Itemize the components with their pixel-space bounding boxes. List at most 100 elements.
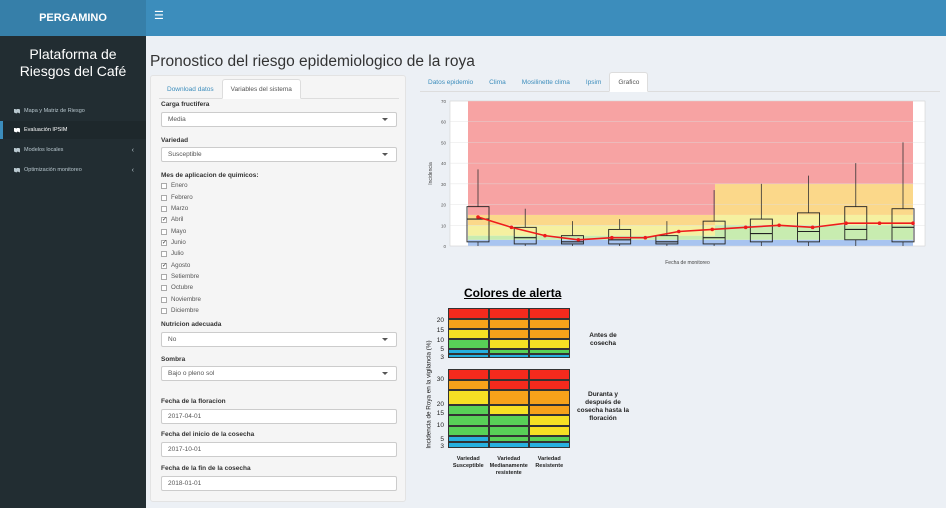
checkbox-setiembre[interactable]: Setiembre: [161, 271, 199, 282]
checkbox-febrero[interactable]: Febrero: [161, 192, 193, 203]
caret-down-icon: [382, 153, 388, 156]
tab-clima[interactable]: Clima: [481, 72, 514, 92]
caret-down-icon: [382, 338, 388, 341]
alert-cell-after-harvest: [448, 426, 489, 436]
sidebar-item-label: Mapa y Matriz de Riesgo: [24, 108, 85, 114]
prediction-point: [643, 235, 648, 240]
checkbox-mayo[interactable]: Mayo: [161, 226, 186, 237]
prediction-point: [911, 221, 915, 226]
checkbox-label: Mayo: [171, 228, 187, 235]
alert-cell-after-harvest: [488, 426, 529, 436]
nutricion-select[interactable]: No: [161, 332, 397, 347]
logo-text: PERGAMINO: [39, 12, 107, 24]
map-icon: [14, 127, 20, 133]
fin-cosecha-date-input[interactable]: 2018-01-01: [161, 476, 397, 491]
sidebar-item-optimizacion[interactable]: Optimización monitoreo ‹: [0, 161, 146, 179]
tab-grafico[interactable]: Grafico: [609, 72, 649, 92]
alert-cell-before-harvest: [448, 319, 489, 329]
alert-colors-figure: Colores de alerta Incidencia de Roya en …: [414, 284, 634, 506]
alert-cell-after-harvest: [448, 415, 489, 426]
checkbox-box[interactable]: [161, 250, 167, 257]
fin-cosecha-label: Fecha de la fin de la cosecha: [161, 465, 251, 472]
y-tick-label: 60: [441, 120, 447, 125]
checkbox-box[interactable]: [161, 228, 167, 235]
incidence-chart: 0 10 20 30 40 50 60 70 Fecha de monitoreo Inciden…: [420, 93, 935, 268]
alert-cell-before-harvest: [488, 339, 529, 349]
alert-cell-before-harvest: [448, 339, 489, 349]
alert-cell-before-harvest: [529, 319, 570, 329]
y-tick-label: 10: [441, 223, 447, 228]
checkbox-checked-icon[interactable]: ✓: [161, 262, 167, 269]
alert-cell-before-harvest: [488, 319, 529, 329]
carga-select[interactable]: Media: [161, 112, 397, 127]
prediction-point: [543, 233, 547, 238]
checkbox-diciembre[interactable]: Diciembre: [161, 305, 199, 316]
checkbox-octubre[interactable]: Octubre: [161, 282, 193, 293]
alert-cell-after-harvest: [488, 442, 529, 448]
tab-ipsim[interactable]: Ipsim: [578, 72, 610, 92]
checkbox-agosto[interactable]: ✓ Agosto: [161, 260, 190, 271]
floracion-date-input[interactable]: 2017-04-01: [161, 409, 397, 424]
y-axis-label: Incidencia: [428, 162, 434, 185]
alert-tick-label: 15: [436, 410, 444, 417]
alert-title: Colores de alerta: [464, 286, 562, 300]
tab-mosilinette-clima[interactable]: Mosilinette clima: [514, 72, 578, 92]
sidebar-item-label: Evaluación IPSIM: [24, 127, 68, 133]
sidebar-item-label: Optimización monitoreo: [24, 167, 82, 173]
checkbox-abril[interactable]: ✓ Abril: [161, 214, 183, 225]
checkbox-box[interactable]: [161, 307, 167, 314]
alert-cell-before-harvest: [448, 354, 489, 358]
y-tick-label: 20: [441, 203, 447, 208]
checkbox-box[interactable]: [161, 182, 167, 189]
checkbox-label: Julio: [171, 250, 184, 257]
sidebar-title: Plataforma de Riesgos del Café: [19, 46, 127, 79]
alert-column-label-line: Resistente: [535, 463, 564, 469]
carga-value: Media: [168, 116, 186, 123]
checkbox-noviembre[interactable]: Noviembre: [161, 294, 201, 305]
prediction-point: [509, 225, 514, 230]
map-icon: [14, 167, 20, 173]
checkbox-julio[interactable]: Julio: [161, 248, 184, 259]
alert-cell-before-harvest: [529, 339, 570, 349]
checkbox-box[interactable]: [161, 273, 167, 280]
checkbox-label: Enero: [171, 182, 188, 189]
checkbox-label: Diciembre: [171, 307, 199, 314]
alert-cell-after-harvest: [448, 380, 489, 390]
checkbox-box[interactable]: [161, 205, 167, 212]
alert-cell-after-harvest: [529, 380, 570, 390]
inicio-cosecha-date-input[interactable]: 2017-10-01: [161, 442, 397, 457]
app-logo[interactable]: PERGAMINO: [0, 0, 146, 36]
inputs-tabs: Download datos Variables del sistema: [159, 79, 399, 99]
alert-cell-before-harvest: [448, 308, 489, 319]
nutricion-label: Nutricion adecuada: [161, 321, 222, 328]
checkbox-checked-icon[interactable]: ✓: [161, 216, 167, 223]
alert-tick-label: 20: [436, 317, 444, 324]
variedad-select[interactable]: Susceptible: [161, 147, 397, 162]
sidebar-item-modelos[interactable]: Modelos locales ‹: [0, 141, 146, 159]
tab-download-datos[interactable]: Download datos: [159, 79, 222, 99]
prediction-point: [476, 215, 480, 219]
inputs-panel: Download datos Variables del sistema Car…: [150, 75, 406, 502]
tab-datos-epidemio[interactable]: Datos epidemio: [420, 72, 481, 92]
checkbox-box[interactable]: [161, 296, 167, 303]
checkbox-box[interactable]: [161, 284, 167, 291]
risk-zone-after-harvest: [715, 183, 913, 215]
hamburger-icon[interactable]: ☰: [154, 11, 164, 22]
checkbox-marzo[interactable]: Marzo: [161, 203, 188, 214]
alert-cell-before-harvest: [448, 329, 489, 339]
tab-variables-sistema[interactable]: Variables del sistema: [221, 79, 301, 99]
risk-zone-before-harvest: [468, 101, 715, 215]
checkbox-label: Abril: [171, 216, 184, 223]
checkbox-enero[interactable]: Enero: [161, 180, 188, 191]
alert-cell-after-harvest: [448, 369, 489, 380]
prediction-point: [610, 235, 614, 240]
prediction-point: [743, 225, 748, 230]
alert-column-label-line: resistente: [495, 470, 522, 476]
sombra-select[interactable]: Bajo o pleno sol: [161, 366, 397, 381]
sidebar-item-ipsim[interactable]: Evaluación IPSIM: [0, 121, 146, 139]
sidebar-item-mapa[interactable]: Mapa y Matriz de Riesgo: [0, 102, 146, 120]
checkbox-junio[interactable]: ✓ Junio: [161, 237, 186, 248]
output-tabs: Datos epidemio Clima Mosilinette clima I…: [420, 72, 940, 92]
checkbox-checked-icon[interactable]: ✓: [161, 239, 167, 246]
checkbox-box[interactable]: [161, 194, 167, 201]
